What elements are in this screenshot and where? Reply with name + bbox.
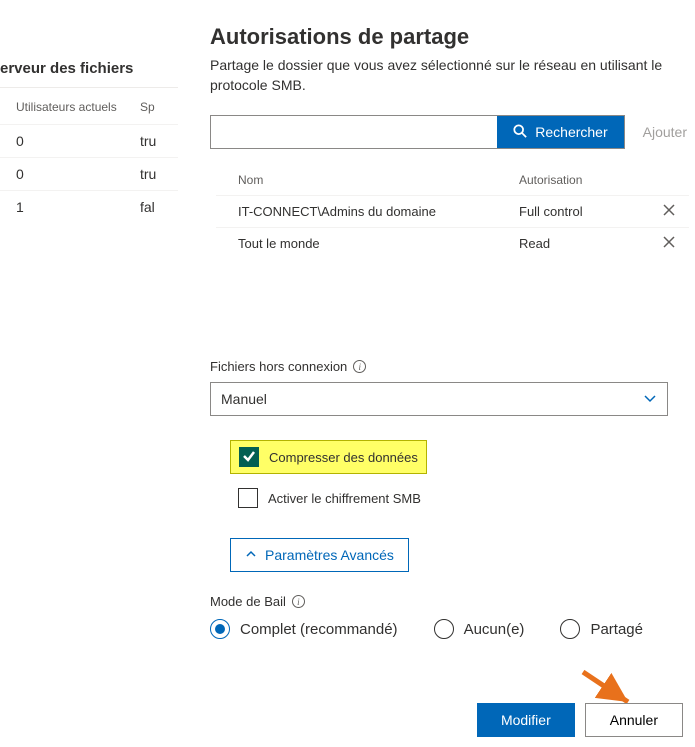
offline-files-label: Fichiers hors connexion i [210,359,695,374]
table-row: 0 tru [0,157,178,190]
permission-auth: Read [519,236,649,251]
col-name: Nom [216,173,519,187]
compress-data-label: Compresser des données [269,450,418,465]
encrypt-smb-checkbox[interactable] [238,488,258,508]
chevron-down-icon [643,391,657,408]
table-row: 1 fal [0,190,178,223]
col-header-users: Utilisateurs actuels [0,100,140,114]
col-auth: Autorisation [519,173,649,187]
permission-name: Tout le monde [216,236,519,251]
lease-mode-group: Complet (recommandé) Aucun(e) Partagé [210,619,695,639]
encrypt-smb-row: Activer le chiffrement SMB i [238,488,695,508]
permissions-header: Nom Autorisation [216,163,689,195]
background-table: erveur des fichiers Utilisateurs actuels… [0,0,178,747]
advanced-settings-toggle[interactable]: Paramètres Avancés [230,538,409,572]
chevron-up-icon [245,547,257,563]
info-icon[interactable]: i [353,360,366,373]
share-permissions-panel: Autorisations de partage Partage le doss… [178,0,695,747]
section-title: erveur des fichiers [0,60,178,88]
search-input[interactable] [211,116,497,148]
lease-shared-radio[interactable]: Partagé [560,619,643,639]
close-icon [663,236,675,251]
annotation-arrow [578,667,638,707]
panel-title: Autorisations de partage [210,24,695,50]
search-button-label: Rechercher [535,124,607,140]
encrypt-smb-label: Activer le chiffrement SMB [268,491,421,506]
advanced-settings-label: Paramètres Avancés [265,547,394,563]
add-button[interactable]: Ajouter [635,115,695,149]
search-icon [513,124,527,141]
select-value: Manuel [221,391,267,407]
search-button[interactable]: Rechercher [497,116,623,148]
lease-full-radio[interactable]: Complet (recommandé) [210,619,398,639]
cancel-button[interactable]: Annuler [585,703,683,737]
permission-name: IT-CONNECT\Admins du domaine [216,204,519,219]
col-header-sp: Sp [140,100,170,114]
offline-files-select[interactable]: Manuel [210,382,668,416]
close-icon [663,204,675,219]
table-header: Utilisateurs actuels Sp [0,88,178,124]
modify-button[interactable]: Modifier [477,703,575,737]
permission-row[interactable]: Tout le monde Read [216,227,689,259]
compress-data-checkbox[interactable] [239,447,259,467]
permission-row[interactable]: IT-CONNECT\Admins du domaine Full contro… [216,195,689,227]
lease-none-radio[interactable]: Aucun(e) [434,619,525,639]
info-icon[interactable]: i [292,595,305,608]
permission-auth: Full control [519,204,649,219]
remove-permission-button[interactable] [649,204,689,219]
check-icon [242,449,256,466]
search-box: Rechercher [210,115,625,149]
compress-data-row: Compresser des données [230,440,427,474]
lease-mode-label: Mode de Bail i [210,594,695,609]
table-row: 0 tru [0,124,178,157]
remove-permission-button[interactable] [649,236,689,251]
panel-subtitle: Partage le dossier que vous avez sélecti… [210,56,695,95]
